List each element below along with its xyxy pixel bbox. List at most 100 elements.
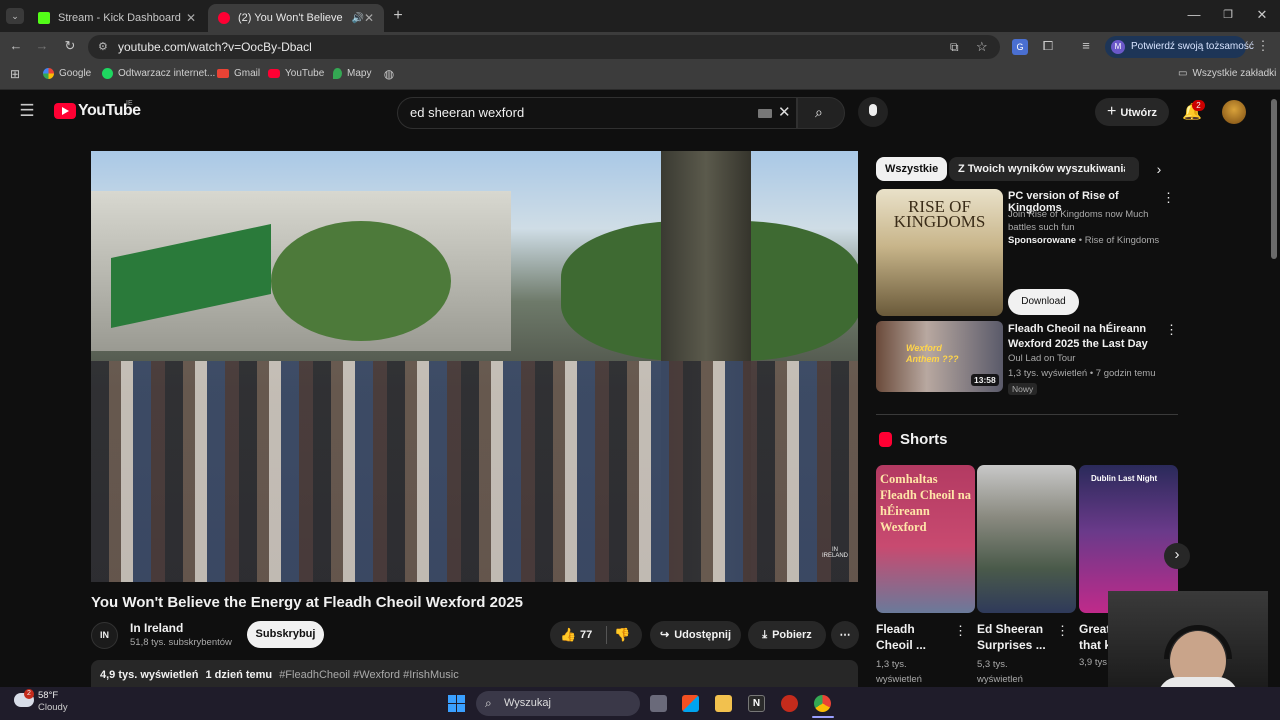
hashtags[interactable]: #FleadhCheoil #Wexford #IrishMusic [279, 669, 459, 681]
profile-button[interactable]: M Potwierdź swoją tożsamość [1105, 36, 1254, 58]
keyboard-icon[interactable] [758, 109, 772, 118]
close-tab-icon[interactable]: ✕ [364, 11, 374, 25]
short-menu-icon[interactable]: ⋮ [954, 623, 967, 639]
taskbar-search-input[interactable]: ⌕ Wyszukaj [476, 691, 640, 716]
clear-search-icon[interactable]: ✕ [778, 98, 791, 128]
bookmark-gmail[interactable]: Gmail [217, 68, 260, 79]
bookmark-star-icon[interactable]: ☆ [976, 35, 988, 59]
tab-search-icon[interactable]: ⌄ [6, 8, 24, 24]
translate-icon[interactable]: G [1012, 39, 1028, 55]
chip-all[interactable]: Wszystkie [876, 157, 948, 181]
speaker-icon[interactable]: 🔊 [351, 13, 363, 24]
share-button[interactable]: ↪ Udostępnij [650, 621, 741, 649]
all-bookmarks[interactable]: ▭ Wszystkie zakładki [1178, 68, 1276, 79]
ad-download-button[interactable]: Download [1008, 289, 1079, 315]
short-thumbnail[interactable] [977, 465, 1076, 613]
close-window-icon[interactable]: ✕ [1254, 7, 1270, 23]
windows-start-icon[interactable] [448, 695, 465, 712]
task-view-icon[interactable] [650, 695, 667, 712]
app-icon[interactable] [781, 695, 798, 712]
channel-watermark: IN IRELAND [821, 547, 848, 559]
dislike-button[interactable]: 👎 [614, 621, 630, 649]
url-field[interactable]: ⚙ youtube.com/watch?v=OocBy-Dbacl ⧉ ☆ [88, 35, 1000, 59]
tab-youtube-video[interactable]: (2) You Won't Believe the E 🔊 ✕ [208, 4, 384, 32]
temperature[interactable]: 58°F [38, 690, 58, 701]
bookmark-youtube[interactable]: YouTube [268, 68, 324, 79]
description-box[interactable]: 4,9 tys. wyświetleń 1 dzień temu #Fleadh… [91, 660, 858, 690]
search-button[interactable]: ⌕ [797, 97, 845, 129]
related-menu-icon[interactable]: ⋮ [1165, 322, 1178, 338]
install-app-icon[interactable]: ⧉ [950, 35, 959, 59]
sponsored-label: Sponsorowane [1008, 235, 1077, 246]
short-views: 5,3 tys. wyświetleń [977, 659, 1023, 685]
short-title[interactable]: Fleadh Cheoil ... [876, 621, 946, 653]
short-menu-icon[interactable]: ⋮ [1056, 623, 1069, 639]
google-icon [43, 68, 54, 79]
address-toolbar: ← → ↻ ⚙ youtube.com/watch?v=OocBy-Dbacl … [0, 32, 1280, 62]
ad-thumbnail-text: RISE OF KINGDOMS [893, 197, 986, 231]
bookmark-maps[interactable]: Mapy [333, 68, 371, 79]
divider [606, 626, 607, 644]
create-button[interactable]: + Utwórz [1095, 98, 1169, 126]
site-info-icon[interactable]: ⚙ [98, 35, 108, 59]
back-icon[interactable]: ← [8, 38, 24, 53]
chrome-icon[interactable] [814, 695, 831, 712]
related-title[interactable]: Fleadh Cheoil na hÉireann Wexford 2025 t… [1008, 322, 1158, 352]
chip-from-your-search[interactable]: Z Twoich wyników wyszukiwania [949, 157, 1139, 181]
reload-icon[interactable]: ↻ [62, 38, 78, 54]
gmail-icon [217, 69, 229, 78]
scrollbar-thumb[interactable] [1271, 99, 1277, 259]
share-icon: ↪ [659, 629, 670, 641]
youtube-favicon-icon [218, 12, 230, 24]
microsoft-store-icon[interactable] [682, 695, 699, 712]
browser-menu-icon[interactable]: ⋮ [1256, 38, 1270, 54]
apps-grid-icon[interactable]: ⊞ [8, 67, 22, 81]
tab-title: (2) You Won't Believe the E [238, 12, 345, 24]
short-title[interactable]: Ed Sheeran Surprises ... [977, 621, 1053, 653]
taskbar-search-placeholder: Wyszukaj [504, 697, 551, 709]
short-thumbnail[interactable]: Comhaltas Fleadh Cheoil na hÉireann Wexf… [876, 465, 975, 613]
new-tab-icon[interactable]: + [390, 7, 406, 25]
ad-menu-icon[interactable]: ⋮ [1162, 190, 1175, 206]
youtube-page: ☰ YouTube IE ed sheeran wexford ✕ ⌕ + Utw… [0, 91, 1268, 690]
chips-next-icon[interactable]: › [1150, 161, 1168, 177]
tab-kick-dashboard[interactable]: Stream - Kick Dashboard ✕ [28, 4, 206, 32]
like-button[interactable]: 👍 [560, 621, 576, 649]
minimize-icon[interactable]: — [1186, 7, 1202, 22]
chip-partial[interactable] [1125, 157, 1139, 181]
shorts-next-button[interactable]: › [1164, 543, 1190, 569]
globe-icon[interactable]: ◍ [382, 67, 396, 81]
like-count: 77 [580, 629, 593, 641]
media-control-icon[interactable]: ≡ [1078, 38, 1094, 53]
youtube-logo-icon[interactable] [54, 103, 76, 119]
bookmark-google[interactable]: Google [43, 68, 91, 79]
bookmarks-bar: ⊞ Google Odtwarzacz internet... Gmail Yo… [0, 62, 1280, 90]
search-input[interactable]: ed sheeran wexford ✕ [397, 97, 797, 129]
ad-thumbnail[interactable]: RISE OF KINGDOMS [876, 189, 1003, 316]
subscribe-button[interactable]: Subskrybuj [247, 621, 324, 648]
forward-icon[interactable]: → [34, 38, 50, 53]
file-explorer-icon[interactable] [715, 695, 732, 712]
page-scrollbar[interactable] [1268, 91, 1280, 687]
download-button[interactable]: ⤓ Pobierz [748, 621, 826, 649]
weather-condition[interactable]: Cloudy [38, 702, 68, 713]
bookmark-label: YouTube [285, 68, 325, 79]
close-tab-icon[interactable]: ✕ [186, 11, 196, 25]
channel-avatar[interactable]: IN [91, 622, 118, 649]
maximize-icon[interactable]: ❐ [1220, 8, 1236, 21]
extensions-icon[interactable]: ⧠ [1040, 38, 1056, 54]
region-code: IE [126, 100, 133, 107]
video-player[interactable]: IN IRELAND [91, 151, 858, 582]
account-avatar[interactable] [1222, 100, 1246, 124]
voice-search-button[interactable] [858, 97, 888, 127]
related-channel[interactable]: Oul Lad on Tour [1008, 353, 1075, 364]
more-actions-button[interactable]: ⋯ [831, 621, 859, 649]
guide-menu-icon[interactable]: ☰ [18, 101, 36, 121]
short-thumbnail-text: Dublin Last Night [1091, 474, 1158, 483]
channel-name[interactable]: In Ireland [130, 621, 183, 635]
related-thumbnail[interactable]: Wexford Anthem ??? 13:58 [876, 321, 1003, 392]
related-thumbnail-text: Wexford Anthem ??? [906, 343, 959, 364]
bookmark-spotify[interactable]: Odtwarzacz internet... [102, 68, 215, 79]
download-label: Pobierz [772, 629, 812, 641]
notion-icon[interactable]: N [748, 695, 765, 712]
